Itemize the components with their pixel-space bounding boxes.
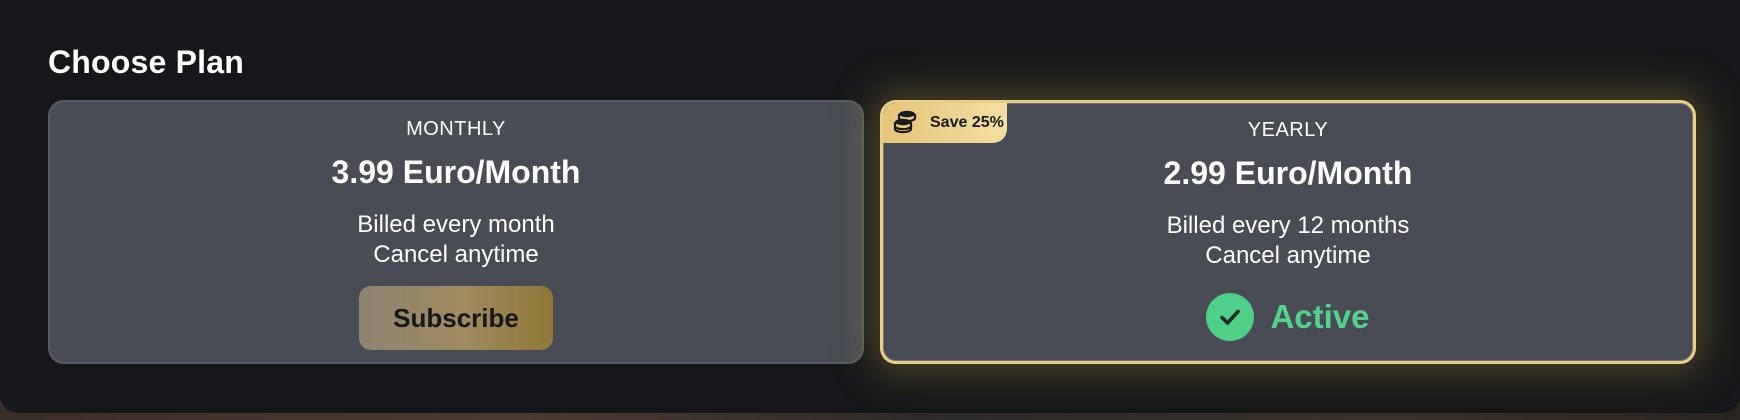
subscribe-button[interactable]: Subscribe (359, 286, 553, 350)
cancel-text: Cancel anytime (1205, 242, 1371, 269)
page-title: Choose Plan (48, 44, 245, 80)
plan-label: YEARLY (1247, 119, 1329, 141)
plan-price: 3.99 Euro/Month (331, 154, 581, 190)
plan-description: Billed every month Cancel anytime (50, 210, 862, 270)
active-status: Active (883, 293, 1693, 341)
choose-plan-panel: Choose Plan MONTHLY 3.99 Euro/Month Bill… (0, 0, 1740, 413)
check-circle-icon (1206, 293, 1255, 341)
plan-card-yearly[interactable]: Save 25% YEARLY 2.99 Euro/Month Billed e… (880, 100, 1696, 364)
plan-price: 2.99 Euro/Month (1163, 155, 1413, 191)
plan-description: Billed every 12 months Cancel anytime (883, 211, 1693, 271)
plan-label: MONTHLY (406, 118, 506, 140)
active-label: Active (1270, 298, 1370, 335)
billing-text: Billed every 12 months (1166, 212, 1410, 239)
plan-card-monthly[interactable]: MONTHLY 3.99 Euro/Month Billed every mon… (48, 100, 864, 364)
cancel-text: Cancel anytime (373, 241, 539, 268)
billing-text: Billed every month (357, 211, 555, 238)
